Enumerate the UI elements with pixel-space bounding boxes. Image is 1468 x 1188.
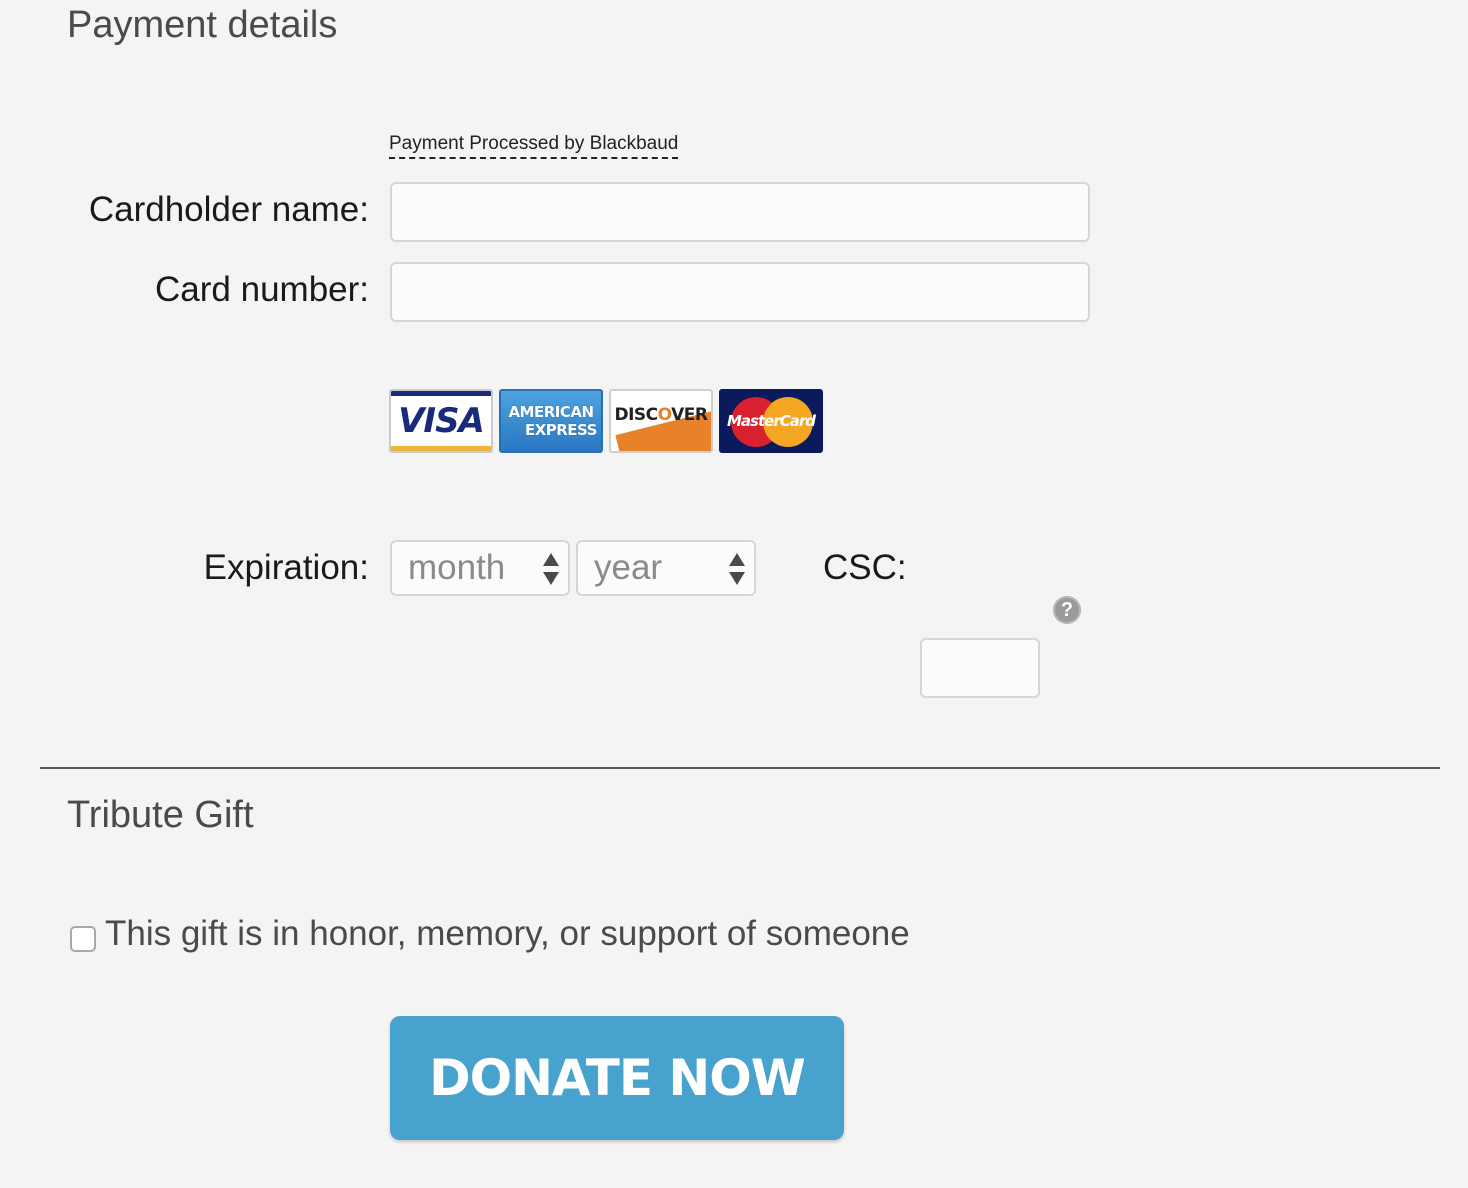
year-select-value: year (594, 548, 663, 587)
donate-now-button[interactable]: DONATE NOW (390, 1016, 844, 1140)
expiration-label: Expiration: (203, 548, 369, 587)
mastercard-logo-text: MasterCard (727, 412, 816, 430)
discover-logo: DISCOVER (609, 389, 713, 453)
expiration-year-select[interactable]: year (576, 540, 756, 596)
visa-logo-text: VISA (398, 401, 485, 441)
processed-by-blackbaud-link[interactable]: Payment Processed by Blackbaud (389, 132, 679, 159)
expiration-month-select[interactable]: month (390, 540, 570, 596)
section-divider (40, 767, 1440, 769)
cardholder-name-label: Cardholder name: (88, 190, 369, 229)
visa-logo: VISA (389, 389, 493, 453)
card-number-label: Card number: (155, 270, 369, 309)
csc-input[interactable] (920, 638, 1040, 698)
card-number-input[interactable] (390, 262, 1090, 322)
tribute-gift-heading: Tribute Gift (67, 794, 254, 836)
amex-logo-line2: EXPRESS (524, 421, 598, 439)
csc-label: CSC: (823, 548, 907, 587)
amex-logo-line1: AMERICAN (508, 403, 594, 421)
tribute-checkbox-label[interactable]: This gift is in honor, memory, or suppor… (105, 914, 910, 954)
month-select-value: month (408, 548, 506, 587)
select-arrows-icon (728, 551, 746, 587)
donation-form-page: Payment details Payment Processed by Bla… (0, 0, 1468, 1188)
select-arrows-icon (542, 551, 560, 587)
csc-help-icon[interactable]: ? (1053, 596, 1081, 624)
discover-logo-text: DISCOVER (614, 405, 708, 425)
tribute-checkbox[interactable] (70, 926, 96, 952)
payment-details-heading: Payment details (67, 4, 338, 46)
american-express-logo: AMERICAN EXPRESS (499, 389, 603, 453)
accepted-cards: VISA AMERICAN EXPRESS DISCOVER MasterCar… (389, 389, 823, 453)
mastercard-logo: MasterCard (719, 389, 823, 453)
cardholder-name-input[interactable] (390, 182, 1090, 242)
